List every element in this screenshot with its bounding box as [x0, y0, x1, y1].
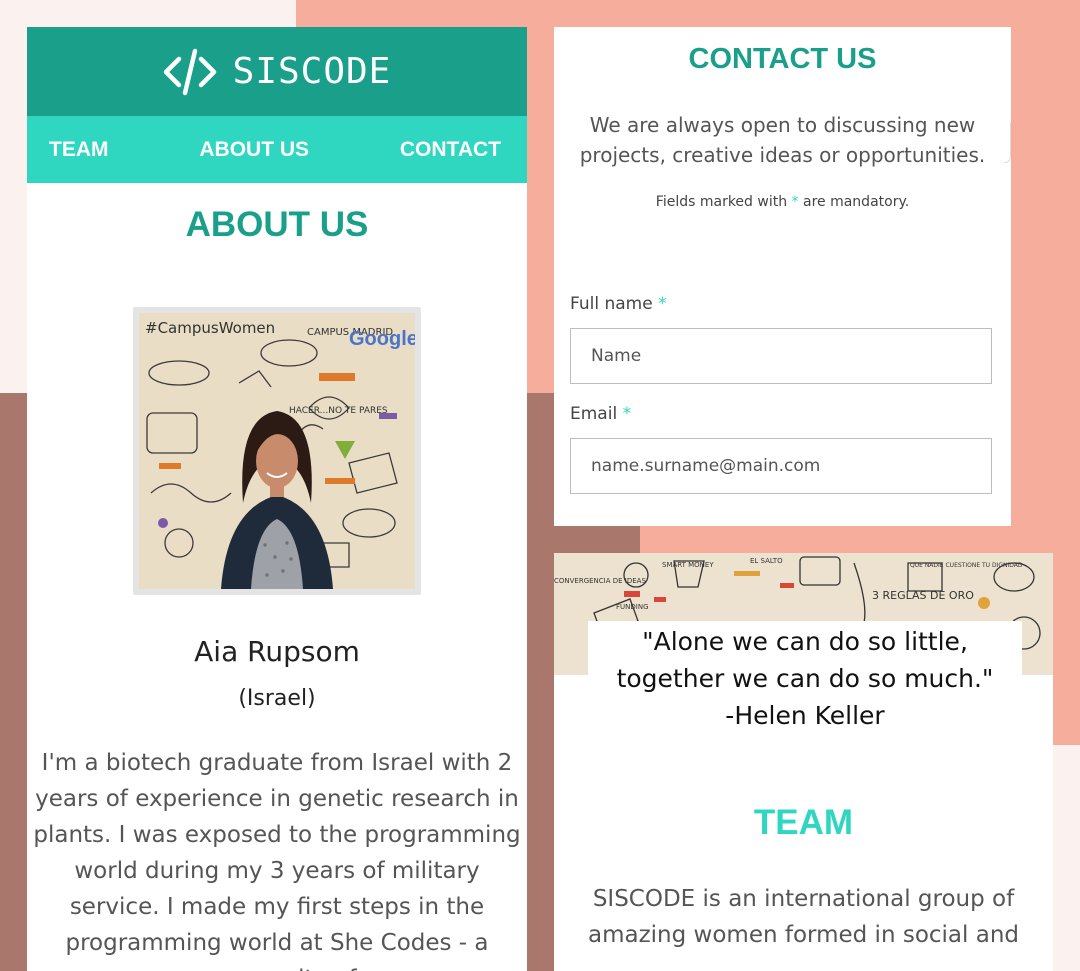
panel-edge-divider [1004, 122, 1011, 163]
mural-text: QUE NADIE CUESTIONE TU DIGNIDAD [910, 562, 1023, 569]
main-nav: TEAM ABOUT US CONTACT [27, 116, 527, 183]
note-text: are mandatory. [803, 194, 910, 210]
required-star-icon: * [622, 404, 632, 424]
mural-text: SMART MONEY [662, 561, 714, 569]
nav-contact[interactable]: CONTACT [400, 138, 501, 162]
brand-header: SISCODE [27, 27, 527, 116]
mural-text: 3 REGLAS DE ORO [872, 589, 974, 602]
mural-text: Google [349, 328, 415, 350]
team-screen-panel: CONVERGENCIA DE IDEAS SMART MONEY FUNDIN… [554, 553, 1053, 971]
nav-about-us[interactable]: ABOUT US [199, 138, 309, 162]
team-title: TEAM [753, 803, 854, 842]
brand-logo[interactable]: SISCODE [163, 47, 392, 97]
about-us-title: ABOUT US [185, 205, 369, 244]
full-name-label: Full name * [570, 294, 1011, 314]
person-bio: I'm a biotech graduate from Israel with … [33, 750, 521, 971]
mural-text: EL SALTO [750, 557, 783, 565]
mural-text: FUNDING [616, 603, 649, 611]
email-input[interactable] [570, 438, 992, 494]
quote-line: together we can do so much." [616, 664, 994, 693]
mural-text: CONVERGENCIA DE IDEAS [554, 577, 646, 585]
required-star-icon: * [791, 194, 799, 210]
quote-box: "Alone we can do so little, together we … [588, 621, 1022, 734]
nav-team[interactable]: TEAM [49, 138, 109, 162]
quote-author: -Helen Keller [725, 701, 885, 730]
about-screen-panel: SISCODE TEAM ABOUT US CONTACT ABOUT US #… [27, 27, 527, 971]
profile-photo: #CampusWomen CAMPUS MADRID Google HACER.… [139, 313, 415, 589]
code-brackets-icon [163, 48, 216, 95]
required-star-icon: * [658, 294, 667, 314]
mandatory-fields-note: Fields marked with * are mandatory. [554, 194, 1011, 210]
email-label-text: Email [570, 404, 618, 424]
contact-intro-text: We are always open to discussing new pro… [579, 113, 986, 167]
mural-text: HACER...NO TE PARES [289, 406, 388, 416]
team-intro-text: SISCODE is an international group of ama… [588, 886, 1019, 948]
mural-text: #CampusWomen [145, 319, 275, 337]
note-text: Fields marked with [655, 194, 788, 210]
person-country: (Israel) [238, 686, 316, 711]
full-name-input[interactable] [570, 328, 992, 384]
contact-screen-panel: CONTACT US We are always open to discuss… [554, 27, 1011, 526]
email-label: Email * [570, 404, 1011, 424]
person-name: Aia Rupsom [194, 635, 360, 668]
profile-photo-frame: #CampusWomen CAMPUS MADRID Google HACER.… [133, 307, 421, 595]
contact-us-title: CONTACT US [688, 43, 877, 75]
quote-line: "Alone we can do so little, [642, 627, 968, 656]
brand-name: SISCODE [232, 51, 392, 92]
full-name-label-text: Full name [570, 294, 653, 314]
